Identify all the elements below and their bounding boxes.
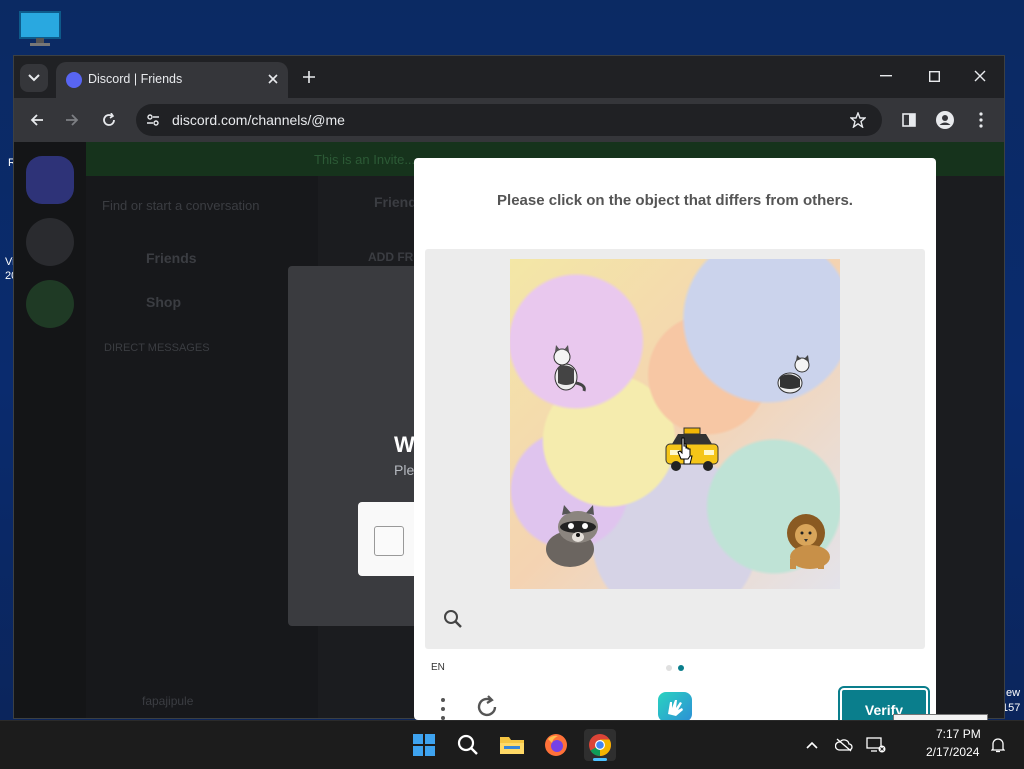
captcha-checkbox[interactable] bbox=[374, 526, 404, 556]
firefox-icon bbox=[545, 734, 567, 756]
network-disconnected-icon bbox=[866, 737, 886, 753]
chevron-down-icon bbox=[28, 74, 40, 82]
network-tray-button[interactable] bbox=[866, 735, 886, 755]
bell-icon bbox=[991, 738, 1005, 753]
bookmark-star-icon[interactable] bbox=[850, 112, 866, 128]
hcaptcha-logo-icon bbox=[658, 692, 692, 720]
user-name: fapajipule bbox=[142, 694, 194, 708]
start-button[interactable] bbox=[408, 729, 440, 761]
file-explorer-button[interactable] bbox=[496, 729, 528, 761]
show-hidden-icons-button[interactable] bbox=[802, 735, 822, 755]
find-conversation-input[interactable]: Find or start a conversation bbox=[102, 198, 260, 213]
tab-search-button[interactable] bbox=[20, 64, 48, 92]
new-tab-button[interactable] bbox=[298, 66, 320, 88]
maximize-button[interactable] bbox=[919, 64, 949, 88]
progress-dot bbox=[666, 665, 672, 671]
desktop-edge-text: 157 bbox=[1002, 702, 1021, 714]
add-server-icon[interactable] bbox=[26, 280, 74, 328]
sidebar-item-shop[interactable]: Shop bbox=[146, 294, 181, 310]
profile-button[interactable] bbox=[931, 106, 959, 134]
chrome-button[interactable] bbox=[584, 729, 616, 761]
captcha-image[interactable] bbox=[510, 259, 840, 589]
browser-menu-button[interactable] bbox=[967, 106, 995, 134]
clock-time[interactable]: 7:17 PM bbox=[936, 727, 981, 741]
refresh-icon[interactable] bbox=[474, 694, 500, 720]
windows-start-icon bbox=[413, 734, 435, 756]
cat-icon bbox=[553, 345, 586, 392]
back-button[interactable] bbox=[23, 106, 51, 134]
menu-icon[interactable] bbox=[436, 696, 450, 720]
taskbar-search-button[interactable] bbox=[452, 729, 484, 761]
side-panel-button[interactable] bbox=[895, 106, 923, 134]
direct-messages-header: DIRECT MESSAGES bbox=[104, 342, 210, 354]
profile-icon bbox=[936, 111, 954, 129]
discord-server-rail bbox=[14, 142, 86, 718]
raccoon-icon bbox=[546, 505, 598, 567]
lion-icon bbox=[787, 514, 830, 569]
arrow-right-icon bbox=[66, 114, 79, 126]
raccoon-object[interactable] bbox=[538, 503, 602, 569]
kebab-menu-icon bbox=[979, 112, 983, 128]
url-text: discord.com/channels/@me bbox=[172, 112, 345, 128]
address-bar[interactable]: discord.com/channels/@me bbox=[136, 104, 882, 136]
server-icon[interactable] bbox=[26, 218, 74, 266]
cat-object[interactable] bbox=[772, 355, 812, 397]
captcha-prompt: Please click on the object that differs … bbox=[497, 192, 853, 209]
chrome-icon bbox=[589, 734, 611, 756]
close-icon bbox=[268, 74, 278, 84]
forward-button[interactable] bbox=[58, 106, 86, 134]
sidebar-item-friends[interactable]: Friends bbox=[146, 250, 197, 266]
maximize-icon bbox=[928, 70, 940, 82]
cat-object[interactable] bbox=[548, 343, 588, 393]
arrow-left-icon bbox=[30, 114, 43, 126]
discord-favicon-icon bbox=[66, 72, 82, 88]
reload-button[interactable] bbox=[95, 106, 123, 134]
tab-discord[interactable]: Discord | Friends bbox=[56, 62, 288, 98]
search-icon bbox=[457, 734, 478, 755]
firefox-button[interactable] bbox=[540, 729, 572, 761]
plus-icon bbox=[303, 71, 315, 83]
active-app-indicator bbox=[593, 758, 607, 761]
minimize-icon bbox=[880, 75, 892, 77]
side-panel-icon bbox=[902, 113, 916, 127]
window-close-button[interactable] bbox=[965, 64, 995, 88]
site-settings-icon[interactable] bbox=[146, 113, 160, 127]
hand-cursor-icon bbox=[677, 437, 691, 460]
cloud-offline-icon bbox=[835, 738, 853, 752]
onedrive-tray-button[interactable] bbox=[834, 735, 854, 755]
taskbar: 7:17 PM 2/17/2024 bbox=[0, 720, 1024, 769]
chevron-up-icon bbox=[806, 741, 818, 749]
language-selector[interactable]: EN bbox=[431, 662, 445, 673]
banner-text: This is an Invite... bbox=[314, 152, 416, 167]
tab-close-button[interactable] bbox=[264, 70, 282, 88]
captcha-image-area bbox=[425, 249, 925, 649]
close-icon bbox=[974, 70, 986, 82]
tab-bar: Discord | Friends bbox=[14, 56, 1004, 98]
progress-dot-active bbox=[678, 665, 684, 671]
clock-date[interactable]: 2/17/2024 bbox=[926, 745, 979, 759]
modal-title: W bbox=[394, 432, 415, 457]
captcha-challenge: Please click on the object that differs … bbox=[414, 158, 936, 720]
zoom-icon[interactable] bbox=[443, 609, 463, 629]
minimize-button[interactable] bbox=[871, 64, 901, 88]
reload-icon bbox=[103, 113, 115, 126]
discord-home-icon[interactable] bbox=[26, 156, 74, 204]
notifications-button[interactable] bbox=[988, 735, 1008, 755]
desktop-monitor-icon[interactable] bbox=[18, 10, 62, 48]
browser-toolbar: discord.com/channels/@me bbox=[14, 98, 1004, 142]
discord-sidebar: Find or start a conversation Friends Sho… bbox=[86, 142, 318, 718]
file-explorer-icon bbox=[500, 737, 524, 754]
modal-subtitle: Ple bbox=[394, 462, 415, 478]
lion-object[interactable] bbox=[780, 511, 836, 571]
desktop-edge-text: ew bbox=[1006, 687, 1021, 699]
tab-title: Discord | Friends bbox=[88, 72, 183, 86]
cat-icon bbox=[777, 355, 810, 394]
